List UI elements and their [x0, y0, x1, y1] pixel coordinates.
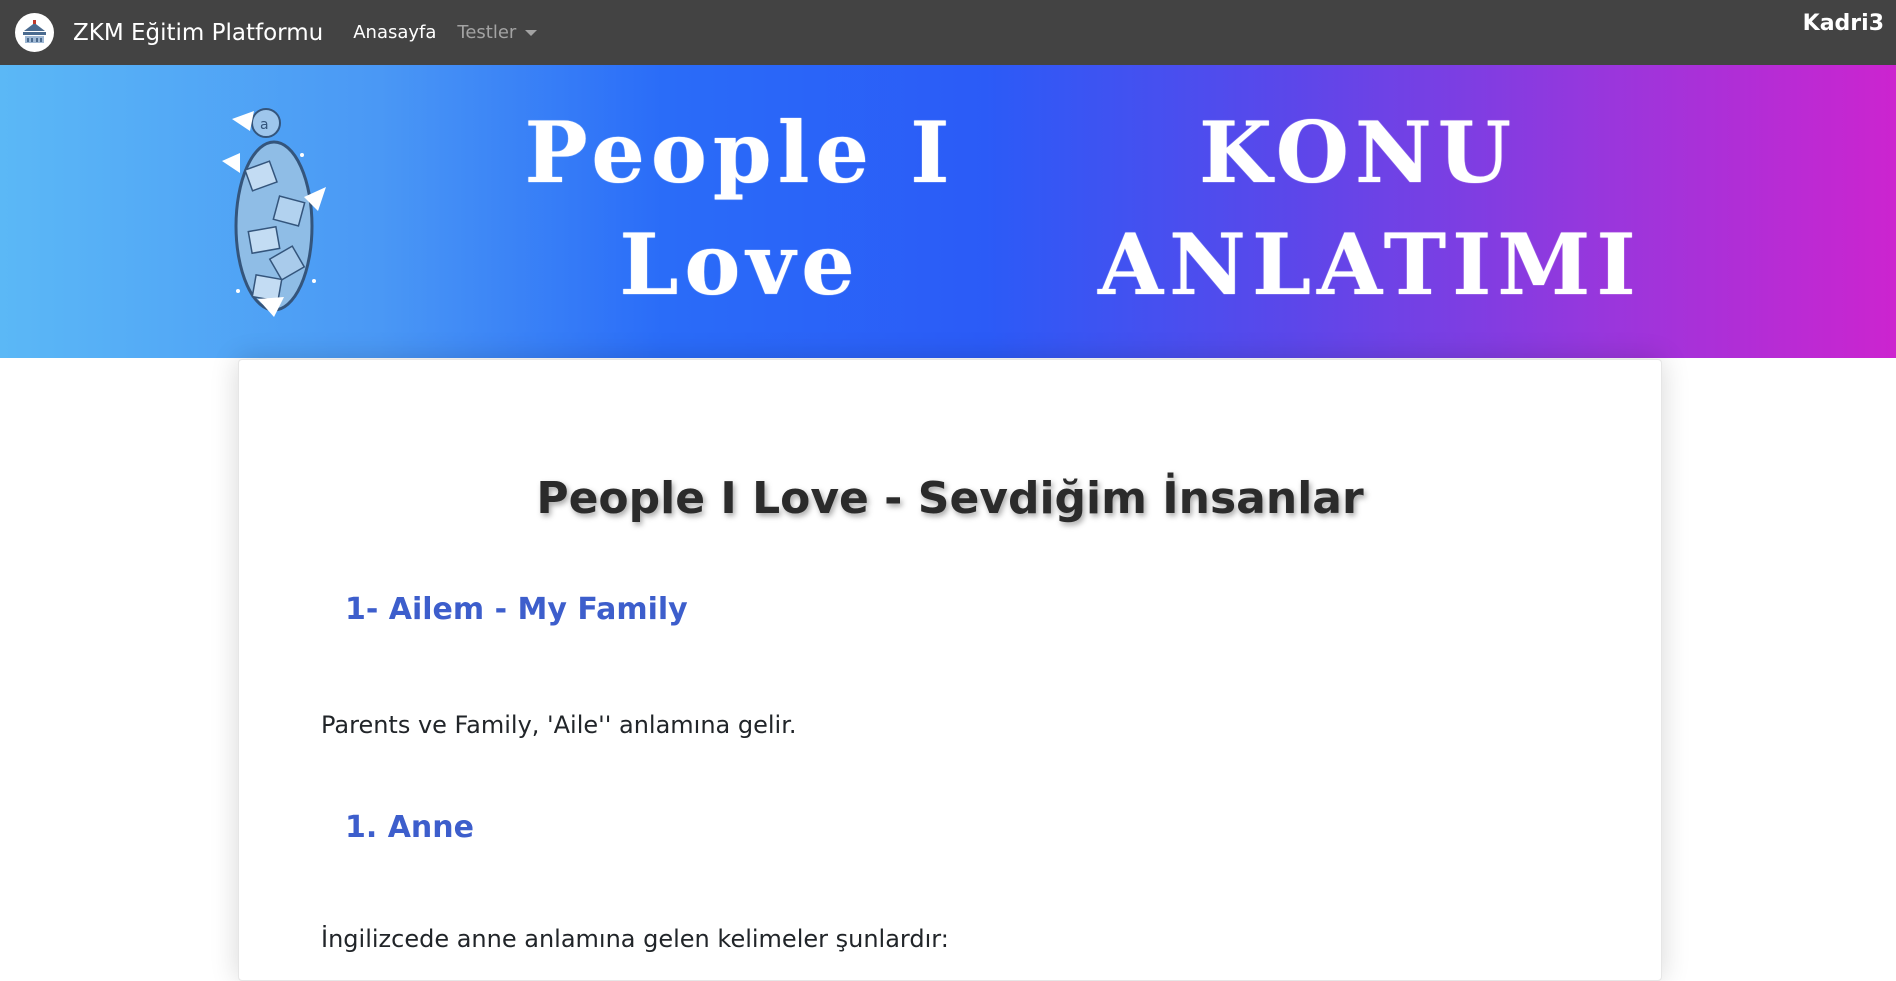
banner-title-line: Love	[619, 215, 861, 314]
nav-links: Anasayfa Testler	[353, 22, 538, 43]
banner-title-topic: People I Love	[510, 97, 970, 321]
top-navbar: ZKM Eğitim Platformu Anasayfa Testler Ka…	[0, 0, 1896, 65]
banner-title-section: KONU ANLATIMI	[1098, 97, 1642, 321]
chevron-down-icon	[525, 29, 538, 36]
user-menu[interactable]: Kadri3	[1803, 11, 1884, 36]
word-jar-icon: a	[214, 101, 334, 321]
nav-dropdown-label: Testler	[457, 22, 517, 43]
page-title: People I Love - Sevdiğim İnsanlar	[536, 473, 1364, 524]
nav-dropdown-tests[interactable]: Testler	[457, 22, 538, 43]
school-logo-icon[interactable]	[15, 13, 54, 52]
section-heading-family: 1- Ailem - My Family	[345, 592, 688, 627]
lesson-card: People I Love - Sevdiğim İnsanlar 1- Ail…	[238, 359, 1662, 981]
topic-banner: a People I Love KONU ANLATIMI	[0, 65, 1896, 358]
nav-link-home[interactable]: Anasayfa	[353, 22, 436, 43]
section-heading-anne: 1. Anne	[345, 810, 474, 845]
section-paragraph-family: Parents ve Family, 'Aile'' anlamına geli…	[321, 711, 797, 739]
brand-title[interactable]: ZKM Eğitim Platformu	[73, 20, 323, 46]
svg-text:a: a	[260, 117, 269, 133]
banner-title-line: KONU	[1199, 103, 1517, 202]
banner-title-line: People I	[524, 103, 956, 202]
section-paragraph-anne: İngilizcede anne anlamına gelen kelimele…	[321, 925, 949, 953]
banner-title-line: ANLATIMI	[1098, 215, 1642, 314]
